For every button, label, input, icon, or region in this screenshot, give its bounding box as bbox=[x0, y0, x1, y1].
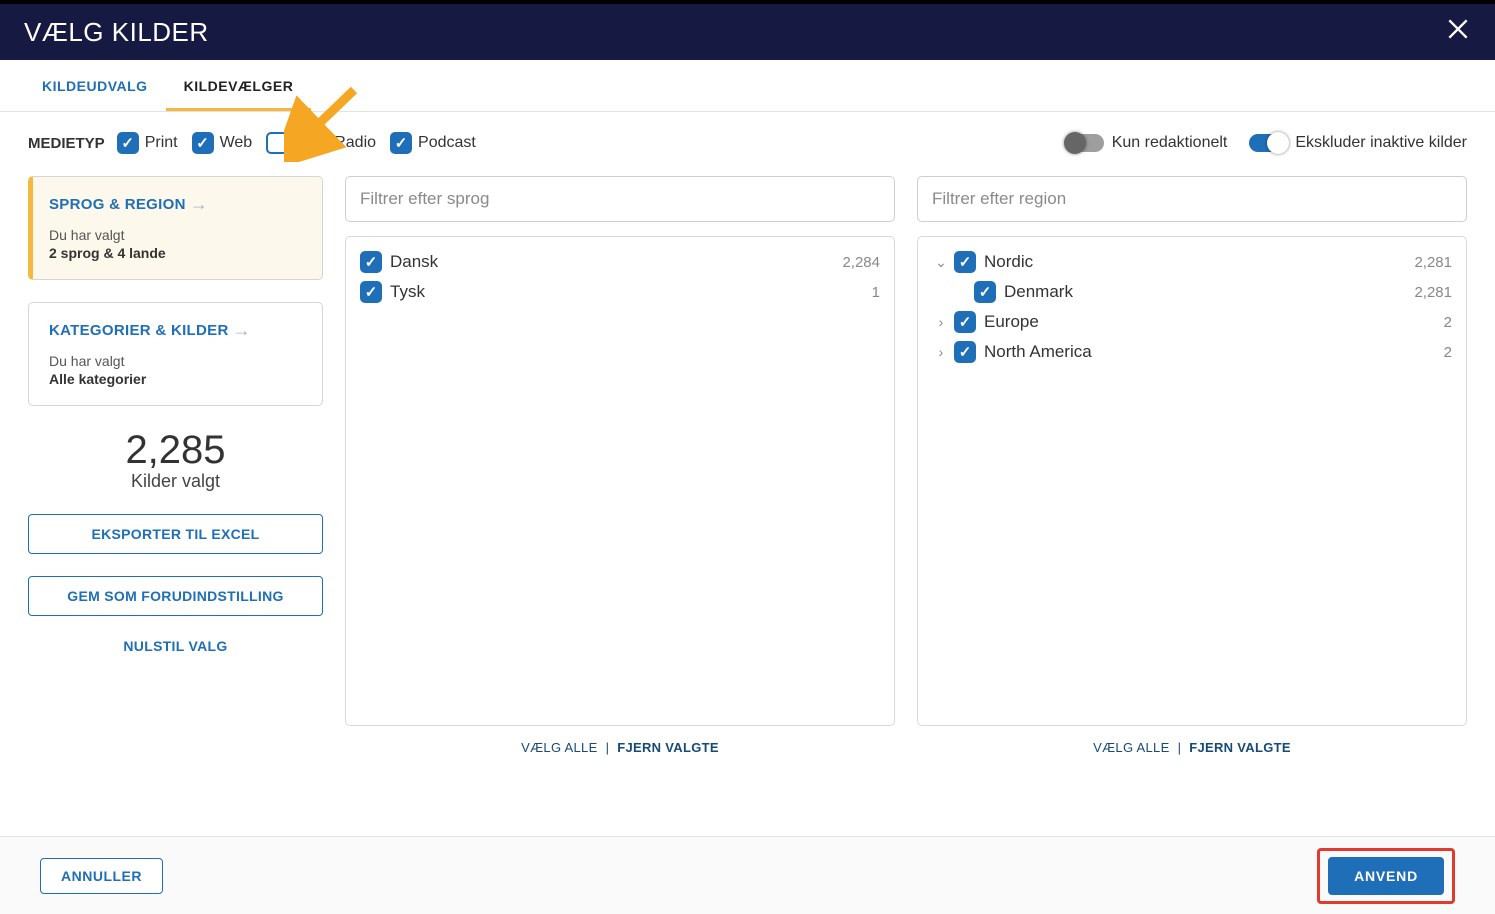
arrow-right-icon: → bbox=[233, 321, 251, 339]
toolbar: MEDIETYP Print Web TV & Radio Podcast Ku… bbox=[0, 112, 1495, 166]
list-item-count: 1 bbox=[872, 284, 880, 301]
checkbox-tvradio-label: TV & Radio bbox=[294, 134, 376, 152]
apply-button[interactable]: ANVEND bbox=[1328, 857, 1444, 895]
checkbox-tvradio[interactable] bbox=[266, 132, 288, 154]
list-item-label: Dansk bbox=[390, 252, 842, 272]
language-listbox: Dansk 2,284 Tysk 1 bbox=[345, 236, 895, 726]
remove-selected-region-link[interactable]: FJERN VALGTE bbox=[1189, 740, 1291, 755]
checkbox-lang-tysk[interactable] bbox=[360, 281, 382, 303]
tab-kildeudvalg[interactable]: KILDEUDVALG bbox=[24, 60, 166, 111]
list-item-label: Tysk bbox=[390, 282, 872, 302]
checkbox-podcast[interactable] bbox=[390, 132, 412, 154]
card-sprog-region-title: SPROG & REGION bbox=[49, 196, 186, 213]
chevron-right-icon[interactable]: › bbox=[932, 344, 950, 360]
close-icon[interactable] bbox=[1445, 16, 1471, 48]
card-sprog-region-sub2: 2 sprog & 4 lande bbox=[49, 245, 302, 261]
modal-footer: ANNULLER ANVEND bbox=[0, 836, 1495, 914]
filter-region-input[interactable] bbox=[917, 176, 1467, 222]
checkbox-lang-dansk[interactable] bbox=[360, 251, 382, 273]
reset-selection-link[interactable]: NULSTIL VALG bbox=[28, 638, 323, 654]
chevron-down-icon[interactable]: ⌄ bbox=[932, 254, 950, 271]
list-item-label: Denmark bbox=[1004, 282, 1414, 302]
modal-header: VÆLG KILDER bbox=[0, 4, 1495, 60]
save-preset-button[interactable]: GEM SOM FORUDINDSTILLING bbox=[28, 576, 323, 616]
card-kategorier-sub1: Du har valgt bbox=[49, 353, 302, 369]
sidebar: SPROG & REGION→ Du har valgt 2 sprog & 4… bbox=[28, 176, 323, 755]
list-item-count: 2,281 bbox=[1414, 254, 1452, 271]
toggle-editorial-label: Kun redaktionelt bbox=[1112, 134, 1228, 152]
region-listbox: ⌄ Nordic 2,281 Denmark 2,281 › Europe 2 … bbox=[917, 236, 1467, 726]
mediatype-label: MEDIETYP bbox=[28, 135, 105, 152]
selected-count-label: Kilder valgt bbox=[28, 471, 323, 492]
toggle-editorial[interactable] bbox=[1066, 134, 1104, 152]
export-excel-button[interactable]: EKSPORTER TIL EXCEL bbox=[28, 514, 323, 554]
tab-bar: KILDEUDVALG KILDEVÆLGER bbox=[0, 60, 1495, 112]
region-column: ⌄ Nordic 2,281 Denmark 2,281 › Europe 2 … bbox=[917, 176, 1467, 755]
checkbox-web[interactable] bbox=[192, 132, 214, 154]
list-item-count: 2 bbox=[1444, 314, 1452, 331]
modal-title: VÆLG KILDER bbox=[24, 17, 209, 48]
toggle-exclude-inactive[interactable] bbox=[1249, 134, 1287, 152]
list-item[interactable]: Denmark 2,281 bbox=[930, 277, 1454, 307]
toggle-exclude-inactive-label: Ekskluder inaktive kilder bbox=[1295, 134, 1467, 152]
cancel-button[interactable]: ANNULLER bbox=[40, 858, 163, 894]
checkbox-print-label: Print bbox=[145, 134, 178, 152]
checkbox-region-north-america[interactable] bbox=[954, 341, 976, 363]
selected-count: 2,285 bbox=[28, 428, 323, 473]
card-kategorier-title: KATEGORIER & KILDER bbox=[49, 322, 229, 339]
select-all-lang-link[interactable]: VÆLG ALLE bbox=[521, 740, 597, 755]
checkbox-region-nordic[interactable] bbox=[954, 251, 976, 273]
checkbox-region-europe[interactable] bbox=[954, 311, 976, 333]
card-sprog-region-sub1: Du har valgt bbox=[49, 227, 302, 243]
apply-highlight: ANVEND bbox=[1317, 848, 1455, 904]
card-sprog-region[interactable]: SPROG & REGION→ Du har valgt 2 sprog & 4… bbox=[28, 176, 323, 280]
checkbox-region-denmark[interactable] bbox=[974, 281, 996, 303]
list-item[interactable]: › Europe 2 bbox=[930, 307, 1454, 337]
list-item-count: 2 bbox=[1444, 344, 1452, 361]
list-item-label: Europe bbox=[984, 312, 1444, 332]
checkbox-print[interactable] bbox=[117, 132, 139, 154]
card-kategorier-kilder[interactable]: KATEGORIER & KILDER→ Du har valgt Alle k… bbox=[28, 302, 323, 406]
list-item-label: Nordic bbox=[984, 252, 1414, 272]
arrow-right-icon: → bbox=[190, 195, 208, 213]
list-item[interactable]: ⌄ Nordic 2,281 bbox=[930, 247, 1454, 277]
list-item[interactable]: Tysk 1 bbox=[358, 277, 882, 307]
list-item-count: 2,281 bbox=[1414, 284, 1452, 301]
list-item-label: North America bbox=[984, 342, 1444, 362]
checkbox-podcast-label: Podcast bbox=[418, 134, 476, 152]
select-all-region-link[interactable]: VÆLG ALLE bbox=[1093, 740, 1169, 755]
list-item[interactable]: Dansk 2,284 bbox=[358, 247, 882, 277]
filter-language-input[interactable] bbox=[345, 176, 895, 222]
checkbox-web-label: Web bbox=[220, 134, 253, 152]
list-item[interactable]: › North America 2 bbox=[930, 337, 1454, 367]
remove-selected-lang-link[interactable]: FJERN VALGTE bbox=[617, 740, 719, 755]
chevron-right-icon[interactable]: › bbox=[932, 314, 950, 330]
list-item-count: 2,284 bbox=[842, 254, 880, 271]
language-column: Dansk 2,284 Tysk 1 VÆLG ALLE|FJERN VALGT… bbox=[345, 176, 895, 755]
card-kategorier-sub2: Alle kategorier bbox=[49, 371, 302, 387]
tab-kildevaelger[interactable]: KILDEVÆLGER bbox=[166, 60, 312, 111]
